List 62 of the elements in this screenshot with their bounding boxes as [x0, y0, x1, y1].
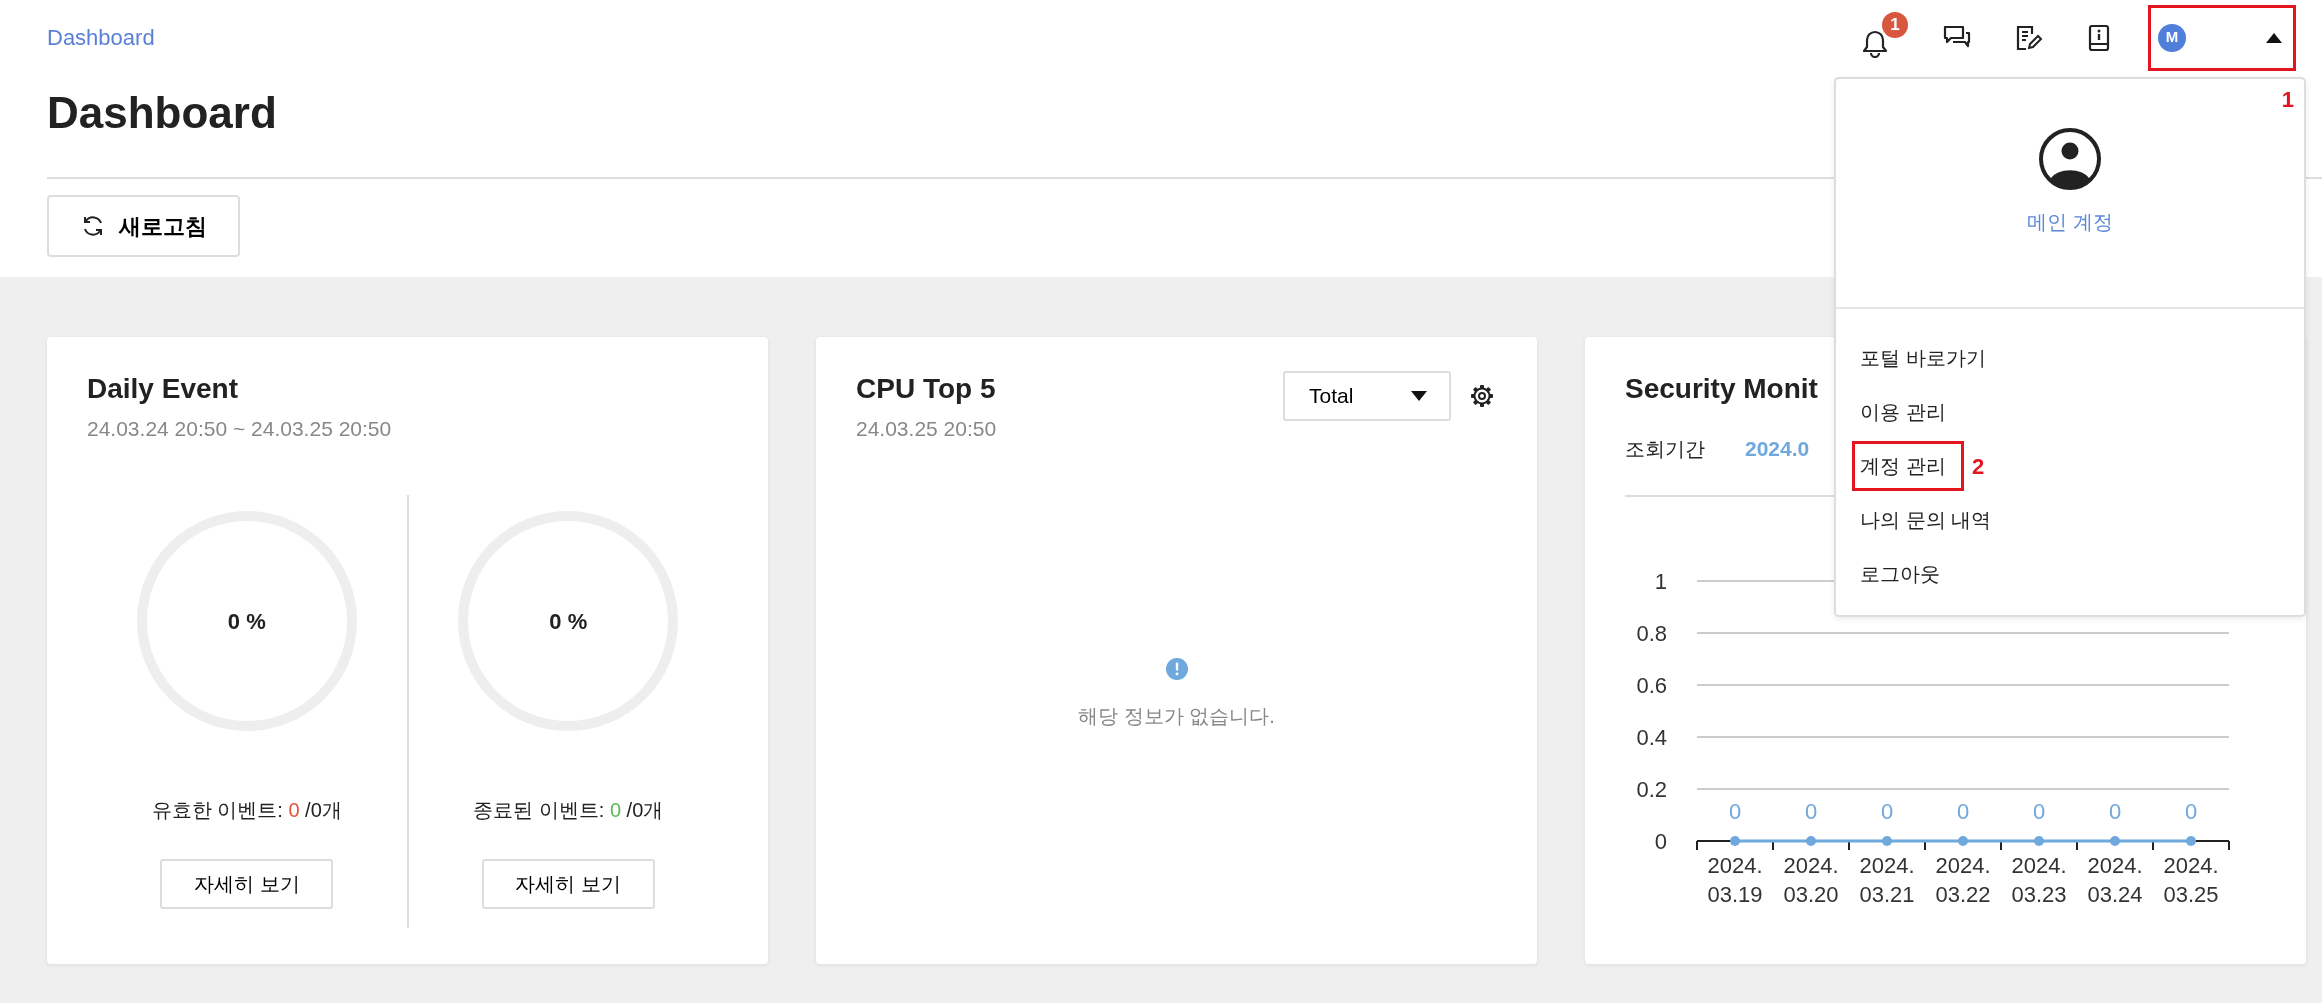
page-title: Dashboard [46, 87, 277, 139]
annotation-number: 1 [2281, 85, 2294, 114]
user-avatar: M [2158, 23, 2186, 52]
settings-icon [1470, 384, 1494, 408]
menu-item[interactable]: 포털 바로가기 [1860, 343, 1986, 373]
user-menu-toggle[interactable]: M [2148, 8, 2296, 67]
period-value: 2024.0 [1745, 436, 1810, 462]
caret-icon [2266, 32, 2282, 43]
card-title: Daily Event [87, 372, 239, 406]
gauge-percent: 0 % [549, 607, 588, 635]
period-label: 조회기간 [1625, 436, 1705, 462]
data-point [1730, 835, 1740, 846]
x-tick-label: 2024. 03.24 [2087, 852, 2143, 907]
details-button[interactable]: 자세히 보기 [481, 858, 655, 909]
data-label: 0 [1880, 798, 1894, 824]
empty-message: 해당 정보가 없습니다. [1078, 703, 1275, 729]
event-count-text: 종료된 이벤트: 0 /0개 [473, 797, 664, 823]
data-label: 0 [2108, 798, 2122, 824]
y-tick-label: 0.6 [1636, 672, 1667, 698]
data-label: 0 [2032, 798, 2046, 824]
data-point [1958, 835, 1968, 846]
data-point [2110, 835, 2120, 846]
account-name: 메인 계정 [2027, 210, 2113, 235]
x-tick-label: 2024. 03.20 [1783, 852, 1839, 907]
y-tick-label: 0.4 [1636, 724, 1667, 750]
breadcrumb-link[interactable]: Dashboard [47, 21, 155, 54]
data-label: 0 [1956, 798, 1970, 824]
menu-item[interactable]: 계정 관리 [1860, 451, 1946, 481]
info-icon [1164, 656, 1189, 681]
y-tick-label: 1 [1654, 568, 1667, 594]
gauge-percent: 0 % [227, 607, 266, 635]
y-tick-label: 0 [1654, 828, 1667, 854]
notification-button[interactable]: 1 [1856, 11, 1908, 64]
card-title: CPU Top 5 [856, 372, 997, 406]
event-count-text: 유효한 이벤트: 0 /0개 [151, 797, 342, 823]
refresh-button[interactable]: 새로고침 [47, 195, 240, 257]
menu-item[interactable]: 로그아웃 [1860, 559, 1940, 589]
x-tick-label: 2024. 03.22 [1935, 852, 1991, 907]
data-point [1806, 835, 1816, 846]
y-tick-label: 0.8 [1636, 620, 1667, 646]
menu-item[interactable]: 이용 관리 [1860, 397, 1946, 427]
x-tick-label: 2024. 03.19 [1707, 852, 1763, 907]
time-text: 24.03.25 20:50 [856, 416, 997, 442]
notification-badge: 1 [1882, 11, 1908, 38]
data-point [2034, 835, 2044, 846]
x-tick-label: 2024. 03.25 [2163, 852, 2219, 907]
total-select[interactable]: Total [1283, 371, 1451, 421]
data-point [1882, 835, 1892, 846]
user-profile-icon [2038, 127, 2102, 191]
data-label: 0 [2184, 798, 2198, 824]
data-label: 0 [1728, 798, 1742, 824]
x-tick-label: 2024. 03.23 [2011, 852, 2067, 907]
menu-item[interactable]: 나의 문의 내역 [1860, 505, 1992, 535]
annotation-number: 2 [1972, 453, 1985, 481]
x-tick-label: 2024. 03.21 [1859, 852, 1915, 907]
caret-icon [1411, 391, 1427, 401]
period-text: 24.03.24 20:50 ~ 24.03.25 20:50 [87, 416, 393, 442]
card-title: Security Monit [1625, 372, 1819, 406]
y-tick-label: 0.2 [1636, 776, 1667, 802]
data-label: 0 [1804, 798, 1818, 824]
data-point [2186, 835, 2196, 846]
details-button[interactable]: 자세히 보기 [160, 858, 334, 909]
